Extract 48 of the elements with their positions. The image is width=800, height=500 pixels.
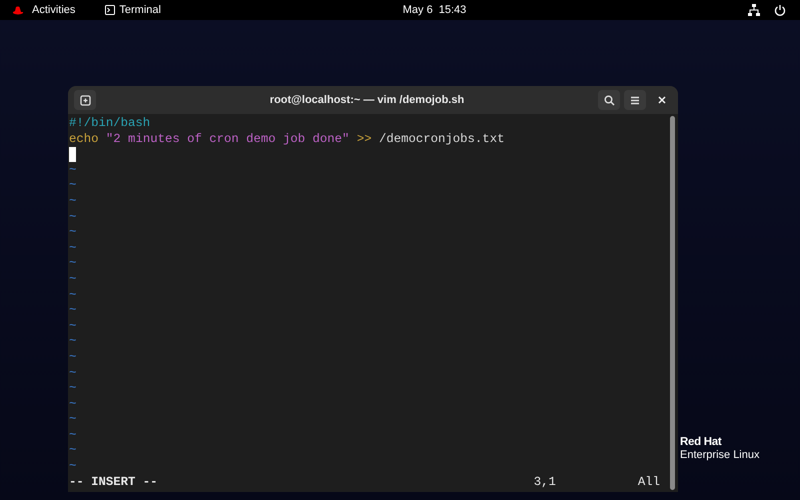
close-icon [658,96,666,104]
empty-line-marker: ~ [69,194,76,208]
code-operator: >> [356,132,372,148]
mode-indicator: -- INSERT -- [69,474,158,490]
empty-line-marker: ~ [69,162,76,177]
empty-line-marker: ~ [69,412,76,426]
empty-line-marker: ~ [69,318,76,333]
empty-line-marker: ~ [69,396,76,411]
scrollbar[interactable] [670,116,675,490]
empty-line-marker: ~ [69,443,76,458]
empty-line-marker: ~ [69,303,76,318]
empty-line-marker: ~ [69,459,76,474]
hat-icon [12,6,24,14]
search-button[interactable] [598,90,620,110]
code-string: "2 minutes of cron demo job done" [106,132,350,148]
menu-button[interactable] [624,90,646,110]
terminal-icon [105,5,116,15]
brand-name: Red Hat [680,436,722,449]
empty-line-marker: ~ [69,240,76,255]
network-icon[interactable] [748,4,760,16]
empty-line-marker: ~ [69,381,76,396]
menu-icon [630,96,640,104]
empty-line-marker: ~ [69,178,76,192]
empty-line-marker: ~ [69,288,76,302]
clock-time[interactable]: 15:43 [438,2,466,18]
empty-line-marker: ~ [69,272,76,286]
text-cursor [69,147,76,162]
empty-line-marker: ~ [69,210,76,224]
power-icon[interactable] [774,4,786,16]
brand-subtitle: Enterprise Linux [680,449,760,462]
plus-icon [80,94,90,106]
empty-line-marker: ~ [69,225,76,240]
empty-line-marker: ~ [69,428,76,442]
empty-line-marker: ~ [69,334,76,348]
cursor-position: 3,1 [534,474,556,490]
empty-line-marker: ~ [69,350,76,364]
search-icon [604,94,614,106]
app-menu[interactable]: Terminal [119,2,161,18]
empty-line-marker: ~ [69,366,76,380]
empty-line-marker: ~ [69,256,76,270]
new-tab-button[interactable] [74,90,96,110]
code-keyword: echo [69,132,99,148]
activities-button[interactable]: Activities [32,2,76,18]
scroll-position: All [638,474,660,490]
code-comment: #!/bin/bash [69,116,150,132]
window-title: root@localhost:~ — vim /demojob.sh [268,92,466,108]
code-text: /democronjobs.txt [379,132,504,148]
clock-date[interactable]: May 6 [402,2,433,18]
